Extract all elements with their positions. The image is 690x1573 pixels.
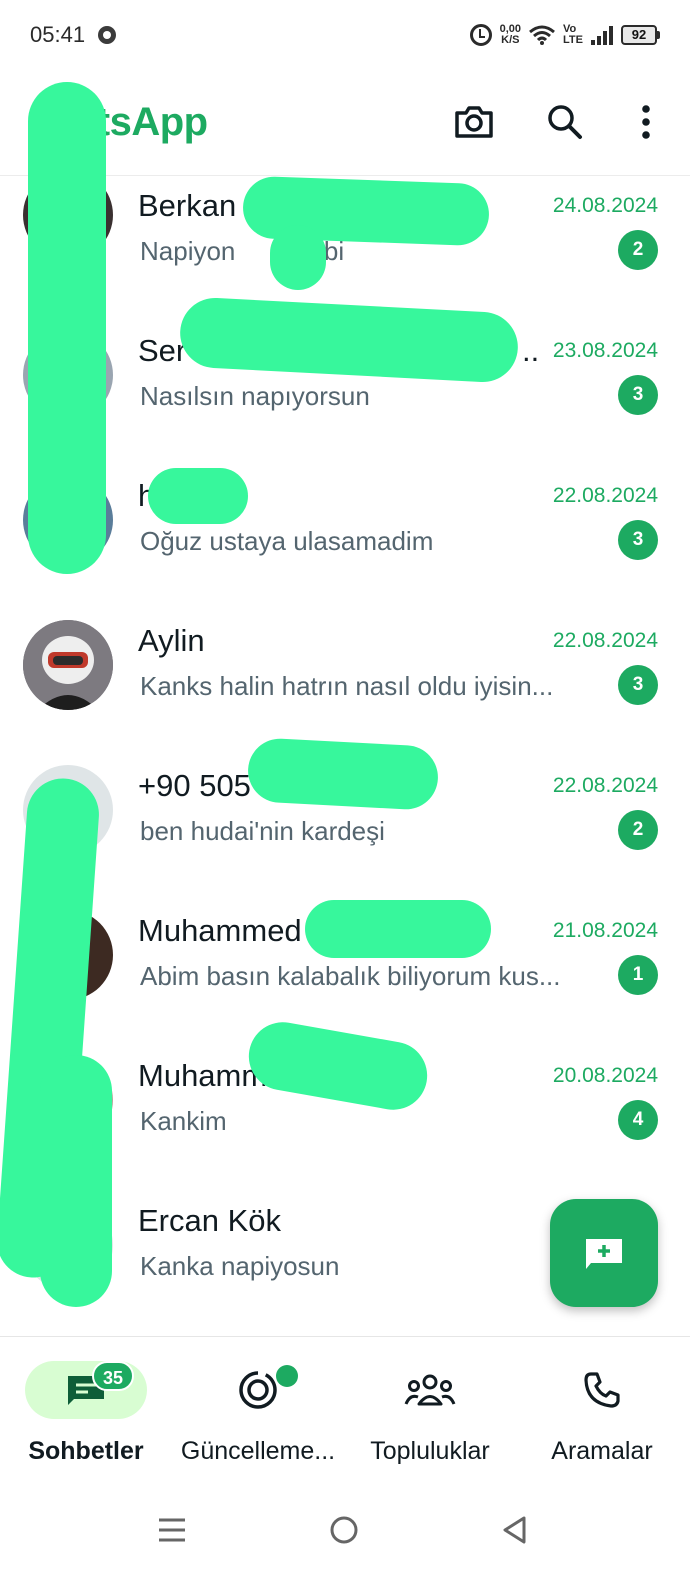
unread-count-badge: 35 — [92, 1361, 134, 1391]
back-button[interactable] — [494, 1510, 534, 1550]
recent-apps-button[interactable] — [152, 1510, 192, 1550]
menu-icon — [159, 1518, 185, 1542]
chat-preview: Kankim — [140, 1106, 227, 1136]
chat-date: 22.08.2024 — [552, 484, 658, 507]
chat-date: 22.08.2024 — [552, 629, 658, 652]
unread-badge: 4 — [618, 1100, 658, 1140]
chat-preview: ben hudai'nin kardeşi — [140, 816, 385, 846]
unread-badge: 3 — [618, 375, 658, 415]
unread-badge: 2 — [618, 230, 658, 270]
chat-name-ellipsis: .. — [522, 333, 540, 368]
redaction-mark — [28, 82, 106, 574]
tab-calls[interactable]: Aramalar — [516, 1337, 688, 1487]
chat-date: 21.08.2024 — [552, 919, 658, 942]
home-circle-icon — [330, 1516, 358, 1544]
chat-preview: Nasılsın napıyorsun — [140, 381, 370, 411]
camera-icon — [455, 106, 493, 138]
back-triangle-icon — [503, 1516, 526, 1544]
system-nav-bar — [0, 1486, 690, 1573]
unread-badge: 3 — [618, 665, 658, 705]
battery-level: 92 — [621, 25, 657, 45]
chrome-icon — [98, 26, 116, 44]
more-options-button[interactable] — [618, 94, 674, 150]
updates-icon — [239, 1371, 277, 1409]
chat-name: Aylin — [138, 623, 205, 658]
battery-icon: 92 — [621, 25, 660, 45]
chat-name: +90 505 — [138, 768, 251, 803]
chat-date: 24.08.2024 — [552, 194, 658, 217]
new-chat-icon — [586, 1239, 622, 1269]
network-speed: 0,00 K/S — [500, 24, 521, 46]
status-time: 05:41 — [30, 22, 86, 47]
tab-icon-wrap — [197, 1361, 319, 1419]
redaction-mark — [40, 1055, 112, 1307]
chat-date: 20.08.2024 — [552, 1064, 658, 1087]
unread-badge: 1 — [618, 955, 658, 995]
chat-name: Ercan Kök — [138, 1203, 282, 1238]
volte-bottom: LTE — [563, 34, 583, 46]
tab-label: Güncelleme... — [180, 1437, 336, 1465]
unread-badge: 3 — [618, 520, 658, 560]
status-bar: 05:41 0,00 K/S Vo LTE 92 — [0, 0, 690, 70]
chat-preview: Kanka napiyosun — [140, 1251, 340, 1281]
unread-badge: 2 — [618, 810, 658, 850]
chat-row[interactable]: Aylin 22.08.2024 Kanks halin hatrın nası… — [0, 611, 690, 756]
redaction-mark — [148, 468, 248, 524]
communities-icon — [404, 1374, 456, 1406]
search-button[interactable] — [537, 94, 593, 150]
helmet-photo-icon — [23, 620, 113, 710]
chat-preview: Oğuz ustaya ulasamadim — [140, 526, 434, 556]
redaction-mark — [270, 225, 326, 290]
wifi-icon — [529, 25, 555, 45]
tab-icon-wrap — [369, 1361, 491, 1419]
bottom-nav: 35 Sohbetler Güncelleme... Topluluklar A… — [0, 1336, 690, 1486]
volte-indicator: Vo LTE — [563, 24, 583, 46]
redaction-mark — [305, 900, 491, 958]
tab-communities[interactable]: Topluluklar — [344, 1337, 516, 1487]
search-icon — [548, 105, 582, 139]
tab-label: Topluluklar — [370, 1437, 490, 1465]
chat-name: Muhammed — [138, 913, 302, 948]
tab-updates[interactable]: Güncelleme... — [172, 1337, 344, 1487]
redaction-mark — [246, 737, 440, 811]
home-button[interactable] — [324, 1510, 364, 1550]
chat-date: 22.08.2024 — [552, 774, 658, 797]
alarm-icon — [469, 24, 492, 46]
tab-label: Sohbetler — [28, 1437, 144, 1465]
chat-preview: Abim basın kalabalık biliyorum kus... — [140, 961, 561, 991]
calls-icon — [584, 1372, 620, 1408]
camera-button[interactable] — [446, 94, 502, 150]
new-chat-button[interactable] — [550, 1199, 658, 1307]
chat-name: Berkan — [138, 188, 237, 223]
tab-chats[interactable]: 35 Sohbetler — [0, 1337, 172, 1487]
chat-preview: Kanks halin hatrın nasıl oldu iyisin... — [140, 671, 554, 701]
more-vert-icon — [642, 105, 650, 139]
chat-date: 23.08.2024 — [552, 339, 658, 362]
avatar[interactable] — [23, 620, 113, 710]
network-speed-unit: K/S — [501, 34, 520, 46]
tab-icon-wrap — [541, 1361, 663, 1419]
tab-label: Aramalar — [551, 1437, 653, 1465]
signal-icon — [591, 25, 613, 45]
new-update-dot — [276, 1365, 298, 1387]
chat-name: Ser — [138, 333, 187, 368]
status-icons: 0,00 K/S Vo LTE 92 — [469, 20, 660, 50]
